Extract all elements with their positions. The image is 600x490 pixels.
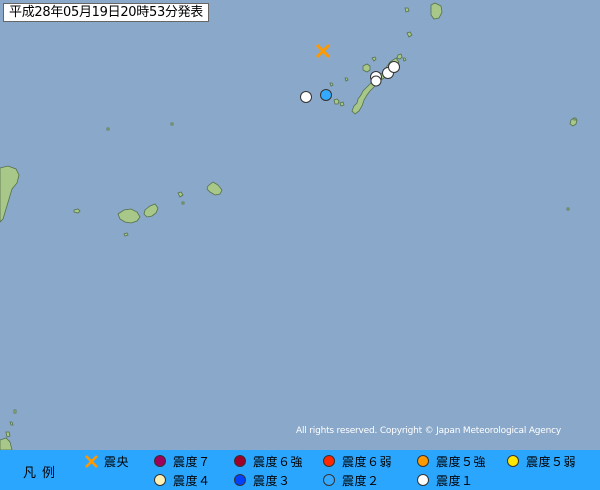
intensity-dot-icon: [153, 473, 168, 488]
epicenter-cross-icon: [84, 454, 99, 469]
map-canvas: [0, 0, 600, 450]
island-small-5: [329, 82, 334, 87]
legend-item: 震度６強: [233, 453, 303, 469]
legend-item-label: 震度５強: [436, 454, 487, 469]
legend-bar: 凡例 震央 震度７ 震度６強 震度６弱 震度５強 震度５弱震度４ 震度３ 震度２ 震度１: [0, 450, 600, 490]
intensity-1-marker: [388, 61, 400, 73]
legend-item-label: 震度４: [173, 473, 211, 488]
intensity-1-marker: [300, 91, 312, 103]
intensity-dot-icon: [322, 454, 337, 469]
legend-item: 震度４: [153, 472, 211, 488]
legend-item: 震度６弱: [322, 453, 392, 469]
island-kerama-3: [339, 101, 345, 107]
legend-item-label: 震度５弱: [526, 454, 577, 469]
intensity-dot-icon: [322, 473, 337, 488]
intensity-2-marker: [320, 89, 332, 101]
island-kume-approx: [362, 63, 371, 73]
legend-item-label: 震度２: [342, 473, 380, 488]
legend-item-label: 震度７: [173, 454, 211, 469]
legend-item: 震度５強: [416, 453, 486, 469]
legend-item: 震度１: [416, 472, 474, 488]
land-batanes-2: [9, 421, 14, 426]
sea-area: [0, 0, 600, 450]
land-batanes-3: [5, 431, 11, 438]
intensity-dot-icon: [153, 454, 168, 469]
legend-item: 震度７: [153, 453, 211, 469]
island-hateruma: [123, 232, 129, 237]
island-small-7: [106, 127, 110, 131]
legend-item-label: 震度６強: [253, 454, 304, 469]
island-small-8: [170, 122, 174, 126]
island-kerama-2: [333, 98, 340, 105]
legend-item-label: 震度１: [436, 473, 474, 488]
island-small-6: [181, 201, 185, 205]
island-yonaguni: [73, 208, 81, 214]
island-small-3: [396, 53, 403, 60]
intensity-dot-icon: [416, 454, 431, 469]
island-daito-2: [573, 117, 577, 121]
island-okino: [566, 207, 570, 211]
intensity-dot-icon: [416, 473, 431, 488]
legend-item: 震度５弱: [506, 453, 576, 469]
island-small-1: [404, 7, 410, 13]
legend-item-label: 震央: [104, 454, 130, 469]
intensity-1-marker: [370, 75, 382, 87]
intensity-dot-icon: [233, 454, 248, 469]
legend-title: 凡例: [23, 466, 62, 481]
intensity-dot-icon: [233, 473, 248, 488]
issue-time-title: 平成28年05月19日20時53分発表: [3, 3, 210, 22]
legend-item: 震央: [84, 453, 129, 469]
legend-item-label: 震度３: [253, 473, 291, 488]
island-small-4: [402, 57, 407, 62]
intensity-dot-icon: [506, 454, 521, 469]
land-batanes-1: [13, 409, 17, 414]
legend-item: 震度２: [322, 472, 380, 488]
legend-item-label: 震度６弱: [342, 454, 393, 469]
island-kerama-1: [344, 77, 349, 82]
copyright-credit: All rights reserved. Copyright © Japan M…: [296, 426, 561, 436]
legend-item: 震度３: [233, 472, 291, 488]
